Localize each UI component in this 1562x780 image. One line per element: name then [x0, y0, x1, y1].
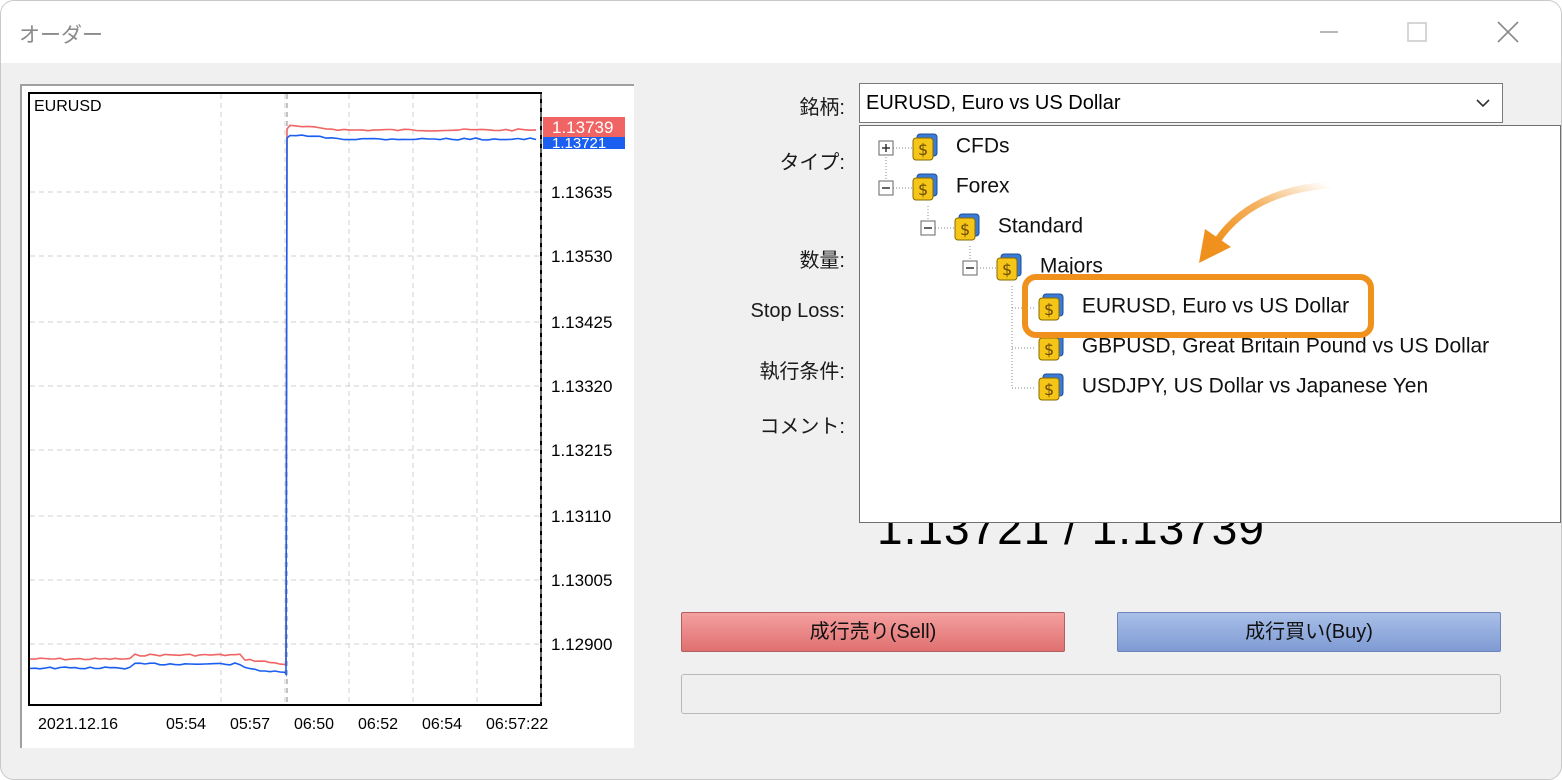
tree-node-cfds-label: CFDs [955, 134, 1010, 158]
minimize-button[interactable] [1309, 15, 1349, 49]
svg-text:$: $ [918, 180, 928, 199]
coin-icon: $ [912, 133, 938, 161]
tree-node-forex[interactable]: $ Forex [912, 173, 1010, 201]
tree-node-standard[interactable]: $ Standard [954, 213, 1083, 241]
symbol-label: 銘柄: [799, 97, 845, 119]
price-tick-label: 1.13215 [551, 441, 612, 460]
sell-button[interactable]: 成行売り(Sell) [681, 612, 1065, 652]
highlight-box [1022, 274, 1374, 338]
time-tick-label: 05:54 [166, 716, 206, 733]
time-axis: 2021.12.16 05:54 05:57 06:50 06:52 06:54 06:57… [38, 716, 548, 733]
price-tick-label: 1.13635 [551, 183, 612, 202]
tick-chart: EURUSD 1.13739 1.13721 1.13635 1.13530 1.1… [20, 84, 634, 748]
tree-node-standard-label: Standard [997, 214, 1084, 238]
svg-text:$: $ [1002, 260, 1012, 279]
tree-node-forex-label: Forex [955, 174, 1010, 198]
maximize-icon [1407, 22, 1427, 42]
order-window: オーダー EURUSD 1.13739 1.13721 1.13635 1.135… [0, 0, 1562, 780]
coin-icon: $ [1038, 373, 1064, 401]
bid-price-label: 1.13721 [552, 135, 606, 152]
coin-icon: $ [996, 253, 1022, 281]
svg-text:$: $ [918, 140, 928, 159]
comment-label: コメント: [759, 416, 845, 438]
chart-symbol: EURUSD [34, 98, 102, 115]
volume-label: 数量: [799, 250, 845, 272]
price-tick-label: 1.13530 [551, 247, 612, 266]
price-tick-label: 1.13005 [551, 571, 612, 590]
stoploss-label: Stop Loss: [750, 300, 845, 322]
type-label: タイプ: [779, 152, 845, 174]
time-tick-label: 06:50 [294, 716, 334, 733]
pointer-arrow-icon [1199, 181, 1333, 263]
tree-node-usdjpy[interactable]: $ USDJPY, US Dollar vs Japanese Yen [1038, 373, 1428, 401]
time-tick-label: 06:54 [422, 716, 462, 733]
price-axis: 1.13635 1.13530 1.13425 1.13320 1.13215 1.131… [551, 183, 612, 654]
window-title: オーダー [19, 24, 103, 47]
price-tick-label: 1.13320 [551, 377, 612, 396]
tree-node-usdjpy-label: USDJPY, US Dollar vs Japanese Yen [1081, 374, 1429, 398]
close-icon [1497, 21, 1519, 43]
price-tick-label: 1.13110 [551, 507, 611, 526]
symbol-select[interactable]: EURUSD, Euro vs US Dollar [859, 83, 1503, 123]
status-bar [681, 674, 1501, 714]
svg-text:$: $ [960, 220, 970, 239]
chevron-down-icon [1476, 99, 1490, 108]
buy-button[interactable]: 成行買い(Buy) [1117, 612, 1501, 652]
symbol-select-value: EURUSD, Euro vs US Dollar [866, 92, 1121, 114]
time-tick-label: 05:57 [230, 716, 270, 733]
tree-node-cfds[interactable]: $ CFDs [912, 133, 1010, 161]
minimize-icon [1320, 31, 1338, 33]
close-button[interactable] [1487, 15, 1527, 49]
time-tick-label: 06:57:22 [486, 716, 548, 733]
tick-chart-svg: EURUSD 1.13739 1.13721 1.136351.135301.1… [28, 92, 625, 733]
price-tick-label: 1.13425 [551, 313, 612, 332]
svg-text:$: $ [1044, 380, 1054, 399]
execution-label: 執行条件: [759, 361, 845, 383]
svg-text:$: $ [1044, 340, 1054, 359]
coin-icon: $ [912, 173, 938, 201]
time-tick-label: 2021.12.16 [38, 716, 118, 733]
time-tick-label: 06:52 [358, 716, 398, 733]
maximize-button[interactable] [1397, 15, 1437, 49]
coin-icon: $ [954, 213, 980, 241]
title-bar: オーダー [1, 1, 1561, 63]
price-tick-label: 1.12900 [551, 635, 612, 654]
